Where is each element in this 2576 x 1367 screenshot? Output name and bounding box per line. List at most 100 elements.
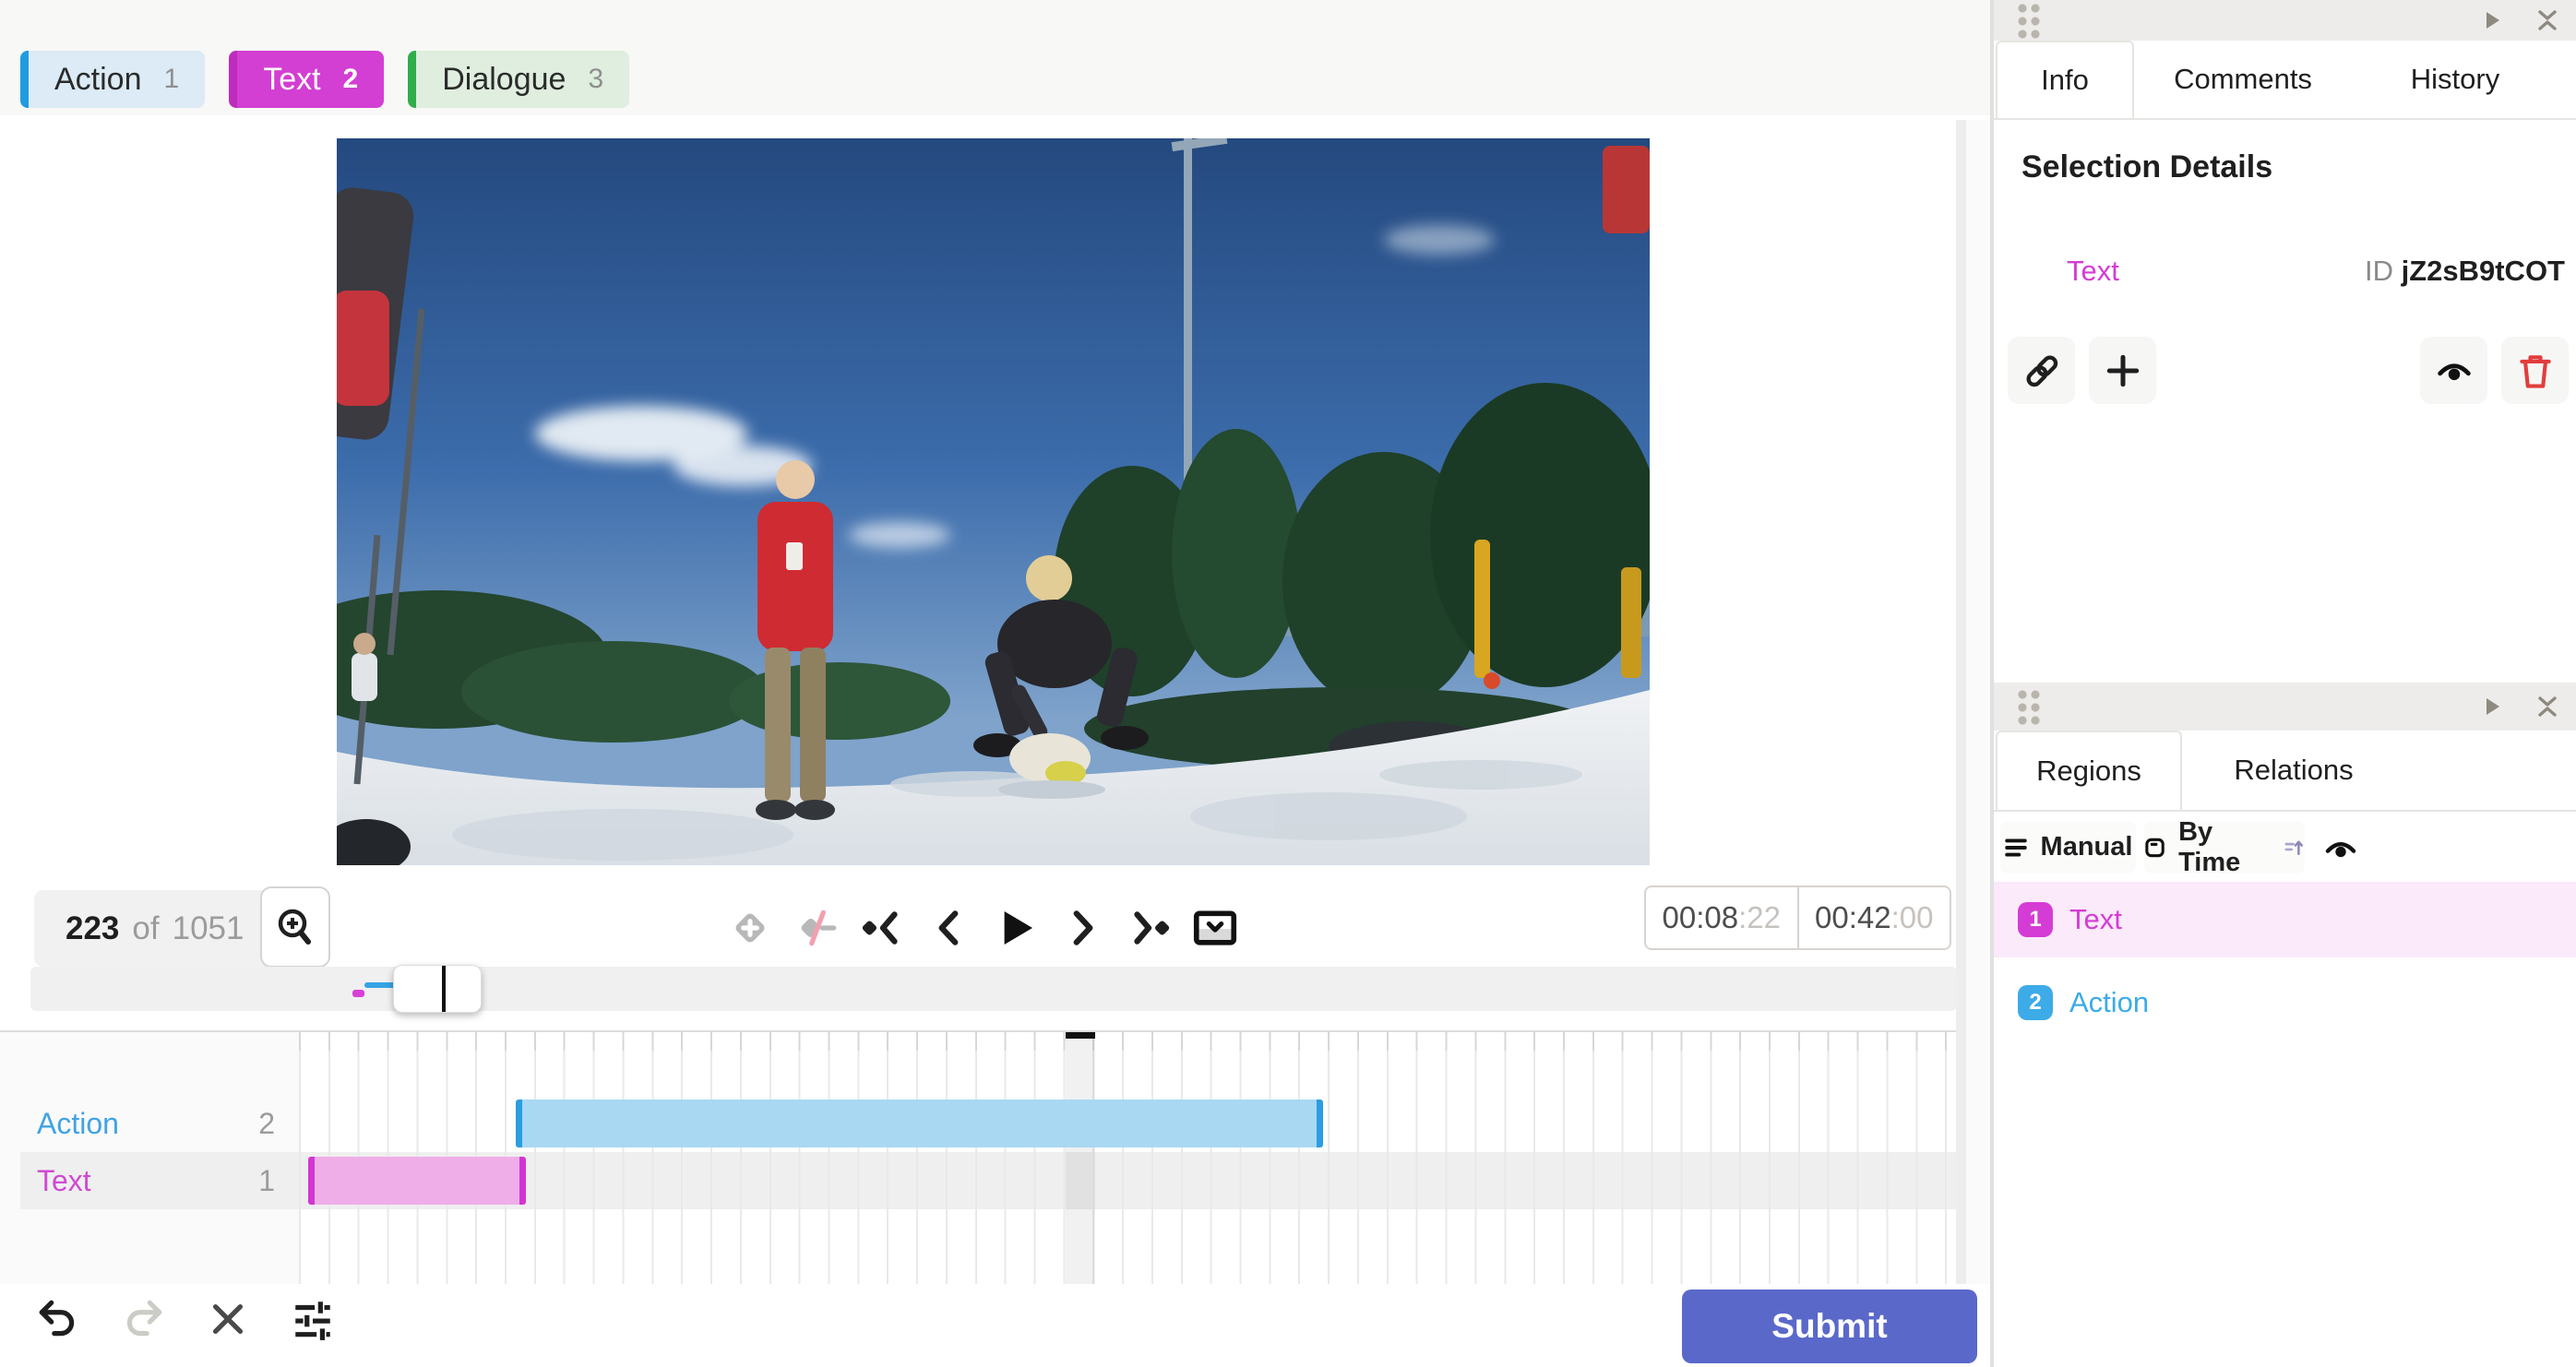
selection-details-heading: Selection Details [2021, 149, 2273, 184]
chain-link-icon [2025, 354, 2057, 386]
eye-icon [2437, 363, 2471, 380]
toggle-visibility-button[interactable] [2420, 337, 2487, 404]
track-count: 2 [258, 1106, 275, 1140]
label-chip-dialogue-hotkey: 3 [588, 64, 604, 94]
redo-button[interactable] [116, 1292, 170, 1346]
selection-type-label: Text [2067, 255, 2119, 287]
timeline[interactable]: Action 2 Text 1 [0, 1030, 1990, 1286]
detach-panel-button[interactable] [2476, 691, 2508, 722]
region-label: Text [2069, 903, 2122, 935]
timeline-grid[interactable] [299, 1032, 1963, 1286]
label-chip-text[interactable]: Text 2 [229, 51, 385, 108]
submit-button[interactable]: Submit [1682, 1290, 1977, 1363]
tab-comments[interactable]: Comments [2151, 41, 2335, 118]
play-right-icon [2487, 698, 2499, 715]
label-chip-action[interactable]: Action 1 [20, 51, 206, 108]
sidebar: Info Comments History Selection Details … [1994, 0, 2576, 1367]
frames-panel-toggle-button[interactable] [1189, 902, 1241, 954]
track-name: Text [37, 1163, 91, 1197]
time-total[interactable]: 00:42:00 [1796, 887, 1950, 948]
tab-regions[interactable]: Regions [1996, 731, 2182, 810]
play-button[interactable] [990, 902, 1042, 954]
label-studio-app: Action 1 Text 2 Dialogue 3 223 of 1051 0… [0, 0, 2576, 1367]
track-label-text[interactable]: Text 1 [0, 1152, 299, 1209]
collapse-vertical-icon [2538, 696, 2557, 717]
plus-icon [2106, 354, 2139, 386]
timeline-ruler[interactable] [299, 1032, 1963, 1051]
sidebar-gutter [1966, 120, 1990, 1284]
frame-of-label: of [132, 909, 160, 946]
hamburger-icon [2004, 838, 2027, 857]
sliders-icon [295, 1302, 330, 1340]
magnifier-plus-icon [278, 909, 311, 945]
prev-frame-button[interactable] [924, 902, 975, 954]
time-total-main: 00:42 [1815, 900, 1891, 934]
main-scrollbar[interactable] [1956, 120, 1966, 1284]
chevron-right-icon [1073, 910, 1093, 945]
seekbar[interactable] [30, 965, 1957, 1013]
timeline-zoom-button[interactable] [260, 886, 330, 968]
time-current[interactable]: 00:08:22 [1646, 887, 1797, 948]
tab-history[interactable]: History [2363, 41, 2547, 118]
drag-handle-icon[interactable] [2016, 688, 2042, 725]
track-label-action[interactable]: Action 2 [0, 1095, 299, 1152]
cross-icon [212, 1303, 244, 1335]
undo-icon [39, 1300, 75, 1337]
sort-by-time-button[interactable]: By Time [2144, 817, 2305, 877]
playback-controls [724, 902, 1241, 954]
sort-by-time-label: By Time [2178, 816, 2241, 877]
region-index-badge: 2 [2018, 985, 2053, 1020]
drag-handle-icon[interactable] [2016, 2, 2042, 39]
frame-counter[interactable]: 223 of 1051 [34, 890, 276, 967]
diamond-slash-icon [801, 909, 837, 946]
sort-manual-button[interactable]: Manual [2000, 821, 2136, 874]
region-list-item-action[interactable]: 2 Action [1994, 965, 2576, 1040]
id-label: ID [2364, 255, 2393, 287]
frame-current: 223 [66, 909, 120, 946]
timeline-playhead-handle[interactable] [1066, 1032, 1095, 1039]
label-chip-dialogue-name: Dialogue [442, 61, 566, 97]
settings-button[interactable] [286, 1292, 340, 1346]
play-icon [1004, 911, 1032, 945]
video-frame-snow-scene [337, 138, 1650, 865]
tab-relations[interactable]: Relations [2188, 731, 2400, 810]
track-count: 1 [258, 1163, 275, 1197]
timeline-bar-action[interactable] [516, 1100, 1323, 1147]
label-chip-dialogue[interactable]: Dialogue 3 [408, 51, 630, 108]
seek-viewport-window[interactable] [393, 965, 482, 1013]
bottom-toolbar: Submit [0, 1284, 1990, 1367]
prev-keypoint-button[interactable] [857, 902, 909, 954]
add-relation-button[interactable] [2089, 337, 2156, 404]
label-chip-action-name: Action [54, 61, 142, 97]
reset-annotation-button[interactable] [201, 1292, 255, 1346]
toggle-all-visibility-button[interactable] [2319, 828, 2363, 869]
id-value: jZ2sB9tCOT [2401, 255, 2565, 287]
regions-toolbar: Manual By Time [1994, 817, 2576, 877]
keypoint-remove-button[interactable] [791, 902, 842, 954]
seek-playhead-line[interactable] [442, 966, 446, 1012]
next-frame-button[interactable] [1056, 902, 1108, 954]
track-name: Action [37, 1106, 119, 1140]
tab-info[interactable]: Info [1996, 41, 2134, 118]
video-player[interactable] [337, 138, 1650, 865]
selection-id: ID jZ2sB9tCOT [2365, 255, 2565, 288]
redo-icon [126, 1300, 162, 1337]
undo-button[interactable] [31, 1292, 85, 1346]
timeline-playhead-column[interactable] [1066, 1032, 1095, 1286]
collapse-panel-button[interactable] [2532, 5, 2563, 36]
keypoint-add-button[interactable] [724, 902, 776, 954]
collapse-panel-button[interactable] [2532, 691, 2563, 722]
frame-total: 1051 [172, 909, 244, 946]
eye-icon [2325, 842, 2356, 858]
chevron-left-icon [938, 910, 959, 945]
seek-region-mark-text [352, 990, 364, 997]
delete-region-button[interactable] [2501, 337, 2569, 404]
region-list-item-text[interactable]: 1 Text [1994, 882, 2576, 957]
sort-ascending-icon [2284, 839, 2303, 855]
timeline-bar-text[interactable] [308, 1157, 526, 1205]
link-region-button[interactable] [2008, 337, 2075, 404]
time-display: 00:08:22 00:42:00 [1644, 886, 1951, 950]
next-keypoint-button[interactable] [1123, 902, 1175, 954]
regions-panel-header [1994, 683, 2576, 731]
detach-panel-button[interactable] [2476, 5, 2508, 36]
